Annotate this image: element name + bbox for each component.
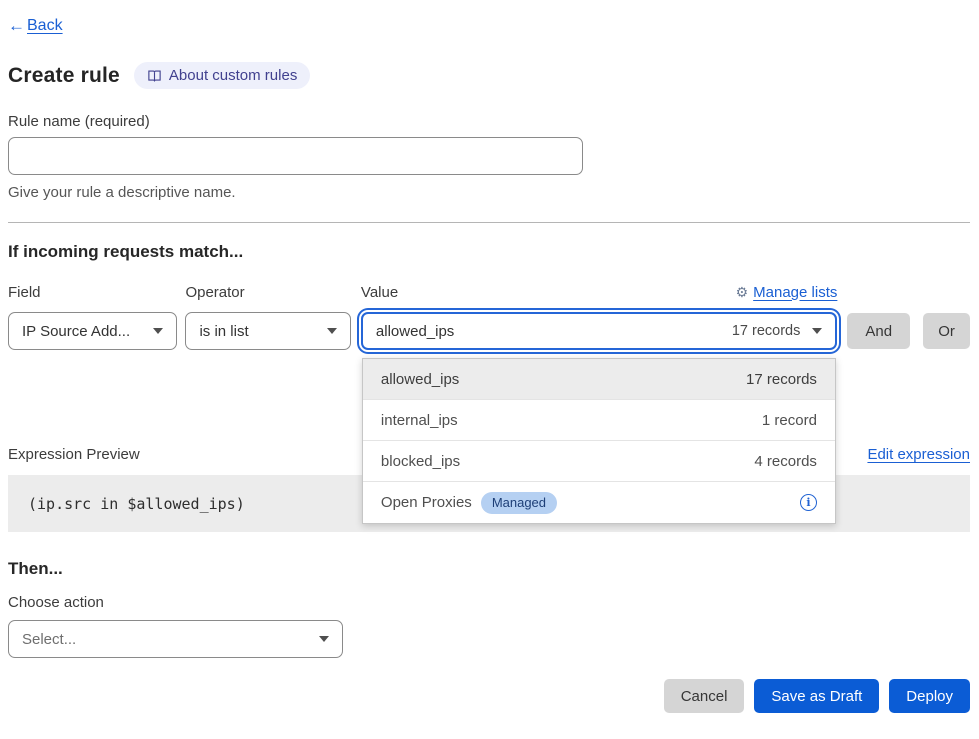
and-button[interactable]: And — [847, 313, 910, 349]
expression-preview-label: Expression Preview — [8, 446, 140, 463]
value-select[interactable]: allowed_ips 17 records — [361, 312, 837, 350]
field-select[interactable]: IP Source Add... — [8, 312, 177, 350]
option-name: allowed_ips — [381, 371, 459, 388]
footer-actions: Cancel Save as Draft Deploy — [8, 679, 970, 713]
operator-select-value: is in list — [199, 323, 318, 340]
rule-name-input[interactable] — [8, 137, 583, 175]
back-arrow-icon: ← — [8, 16, 25, 36]
dropdown-option-open-proxies[interactable]: Open Proxies Managed i — [363, 482, 835, 523]
create-rule-page: ←Back Create rule About custom rules Rul… — [0, 0, 979, 713]
chevron-down-icon — [319, 636, 329, 642]
field-label: Field — [8, 284, 41, 301]
expression-code-text: (ip.src in $allowed_ips) — [28, 495, 245, 513]
dropdown-option-internal-ips[interactable]: internal_ips 1 record — [363, 400, 835, 441]
choose-action-label: Choose action — [8, 594, 970, 611]
manage-lists-label: Manage lists — [753, 284, 837, 301]
rule-name-helper: Give your rule a descriptive name. — [8, 184, 970, 201]
chevron-down-icon — [327, 328, 337, 334]
field-select-value: IP Source Add... — [22, 323, 145, 340]
managed-badge: Managed — [481, 492, 557, 514]
option-count: 1 record — [762, 412, 817, 429]
condition-row: Field IP Source Add... Operator is in li… — [8, 283, 970, 350]
cancel-button[interactable]: Cancel — [664, 679, 745, 713]
dropdown-option-blocked-ips[interactable]: blocked_ips 4 records — [363, 441, 835, 482]
about-custom-rules-link[interactable]: About custom rules — [134, 62, 310, 89]
operator-label: Operator — [185, 284, 244, 301]
manage-lists-link[interactable]: ⚙ Manage lists — [736, 284, 838, 301]
save-as-draft-button[interactable]: Save as Draft — [754, 679, 879, 713]
value-dropdown-panel: allowed_ips 17 records internal_ips 1 re… — [362, 358, 836, 524]
section-divider — [8, 222, 970, 223]
chevron-down-icon — [812, 328, 822, 334]
gear-icon: ⚙ — [736, 284, 749, 301]
value-select-name: allowed_ips — [376, 323, 454, 340]
rule-name-label: Rule name (required) — [8, 113, 970, 130]
chevron-down-icon — [153, 328, 163, 334]
back-link[interactable]: ←Back — [8, 16, 63, 36]
operator-select[interactable]: is in list — [185, 312, 350, 350]
action-select[interactable]: Select... — [8, 620, 343, 658]
about-custom-rules-label: About custom rules — [169, 67, 297, 84]
value-label: Value — [361, 284, 398, 301]
option-count: 4 records — [754, 453, 817, 470]
dropdown-option-allowed-ips[interactable]: allowed_ips 17 records — [363, 359, 835, 400]
option-name: internal_ips — [381, 412, 458, 429]
option-count: 17 records — [746, 371, 817, 388]
edit-expression-link[interactable]: Edit expression — [867, 446, 970, 463]
deploy-button[interactable]: Deploy — [889, 679, 970, 713]
option-name: Open Proxies — [381, 494, 472, 511]
back-link-label: Back — [27, 17, 63, 35]
book-icon — [147, 68, 162, 83]
or-button[interactable]: Or — [923, 313, 970, 349]
match-section-heading: If incoming requests match... — [8, 242, 970, 262]
info-icon[interactable]: i — [800, 494, 817, 511]
action-select-placeholder: Select... — [22, 631, 311, 648]
page-title: Create rule — [8, 64, 120, 88]
then-section-heading: Then... — [8, 559, 970, 579]
value-select-count: 17 records — [732, 323, 805, 339]
option-name: blocked_ips — [381, 453, 460, 470]
